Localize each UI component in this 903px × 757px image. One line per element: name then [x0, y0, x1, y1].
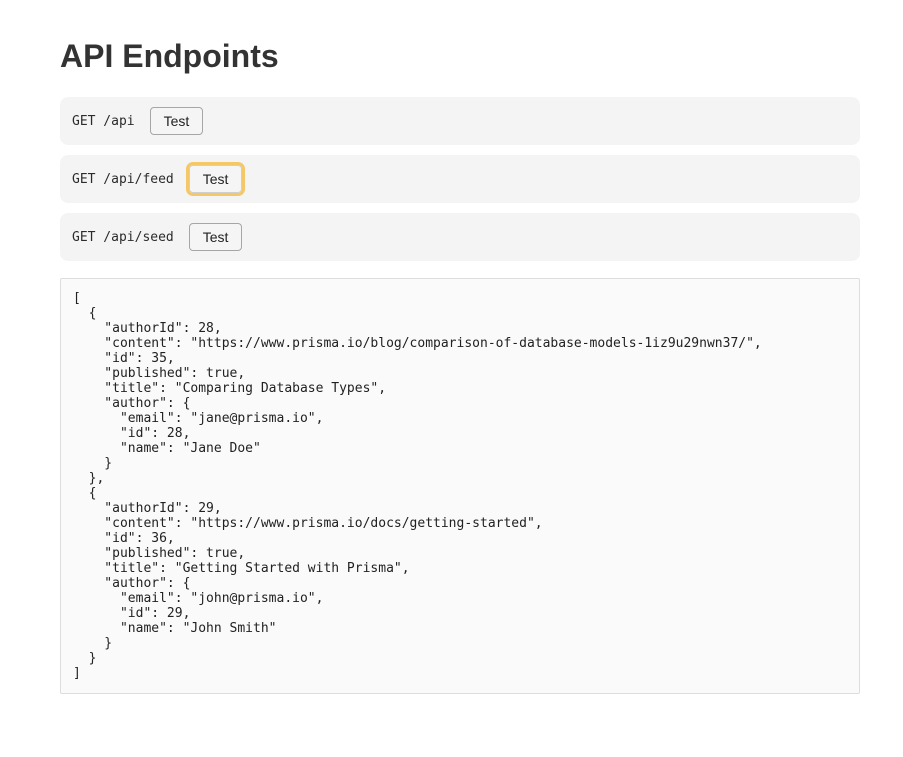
- endpoint-row-api-seed: GET /api/seed Test: [60, 213, 860, 261]
- endpoint-row-api-feed: GET /api/feed Test: [60, 155, 860, 203]
- response-json: [ { "authorId": 28, "content": "https://…: [73, 291, 847, 681]
- endpoint-label-api-seed: GET /api/seed: [72, 230, 174, 245]
- response-panel: [ { "authorId": 28, "content": "https://…: [60, 278, 860, 694]
- endpoint-label-api-feed: GET /api/feed: [72, 172, 174, 187]
- page-title: API Endpoints: [60, 40, 860, 72]
- endpoint-label-api: GET /api: [72, 114, 135, 129]
- main-content: API Endpoints GET /api Test GET /api/fee…: [60, 40, 860, 694]
- test-button-api-seed[interactable]: Test: [189, 223, 243, 251]
- test-button-api[interactable]: Test: [150, 107, 204, 135]
- test-button-api-feed[interactable]: Test: [189, 165, 243, 193]
- endpoint-row-api: GET /api Test: [60, 97, 860, 145]
